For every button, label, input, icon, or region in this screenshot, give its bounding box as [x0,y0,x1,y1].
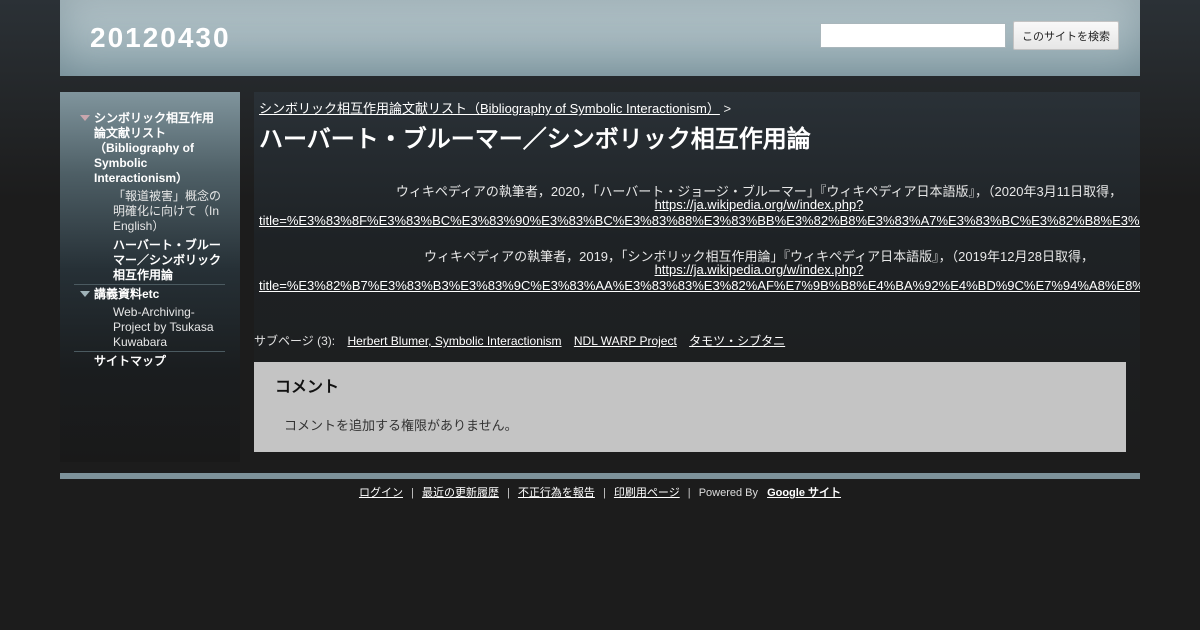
subpage-link[interactable]: Herbert Blumer, Symbolic Interactionism [347,334,561,348]
footer-login-link[interactable]: ログイン [359,487,403,499]
footer-powered-by: Powered By [698,487,758,499]
footer-separator: | [411,487,414,499]
sidebar-divider [74,351,225,352]
reference-url: https://ja.wikipedia.org/w/index.php? ti… [259,262,1140,294]
footer-separator: | [603,487,606,499]
footer-recent-changes-link[interactable]: 最近の更新履歴 [422,487,499,499]
footer-bar [60,473,1140,479]
footer-separator: | [687,487,691,499]
breadcrumb-link[interactable]: シンボリック相互作用論文献リスト（Bibliography of Symboli… [259,101,720,116]
site-title[interactable]: 20120430 [90,22,231,54]
sidebar-item-sitemap[interactable]: サイトマップ [94,354,224,369]
search-input[interactable] [820,23,1006,48]
expand-arrow-icon[interactable] [80,115,90,121]
sidebar-divider [74,284,225,285]
site-header: 20120430 このサイトを検索 [60,0,1140,76]
comments-message: コメントを追加する権限がありません。 [284,418,518,433]
subpages-label: サブページ (3): [254,334,336,348]
footer-print-page-link[interactable]: 印刷用ページ [614,487,680,499]
page-title: ハーバート・ブルーマー／シンボリック相互作用論 [259,126,811,153]
breadcrumb: シンボリック相互作用論文献リスト（Bibliography of Symboli… [259,98,731,117]
sidebar-nav: シンボリック相互作用論文献リスト（Bibliography of Symboli… [60,92,240,462]
breadcrumb-separator: > [723,101,732,116]
expand-arrow-icon[interactable] [80,291,90,297]
sidebar-item-media-harm[interactable]: 「報道被害」概念の明確化に向けて（In English） [113,189,225,234]
reference-url-line1[interactable]: https://ja.wikipedia.org/w/index.php? [655,262,864,277]
sidebar-item-blumer[interactable]: ハーバート・ブルーマー／シンボリック相互作用論 [113,238,225,283]
reference-url-line2[interactable]: title=%E3%83%8F%E3%83%BC%E3%83%90%E3%83%… [259,213,1140,229]
sidebar-item-web-archiving[interactable]: Web-Archiving-Project by Tsukasa Kuwabar… [113,305,225,350]
main-content: シンボリック相互作用論文献リスト（Bibliography of Symboli… [254,92,1140,462]
comments-title: コメント [275,379,340,396]
footer-report-abuse-link[interactable]: 不正行為を報告 [518,487,595,499]
sidebar-item-lectures[interactable]: 講義資料etc [94,287,224,302]
sidebar-item-bibliography[interactable]: シンボリック相互作用論文献リスト（Bibliography of Symboli… [94,111,224,186]
footer-separator: | [507,487,510,499]
reference-url-line2[interactable]: title=%E3%82%B7%E3%83%B3%E3%83%9C%E3%83%… [259,278,1140,294]
footer-google-sites-link[interactable]: Google サイト [767,487,841,499]
comments-section: コメント コメントを追加する権限がありません。 [254,362,1126,452]
footer: ログイン | 最近の更新履歴 | 不正行為を報告 | 印刷用ページ | Powe… [0,484,1200,500]
subpage-link[interactable]: NDL WARP Project [574,334,677,348]
subpage-link[interactable]: タモツ・シブタニ [689,334,785,348]
reference-url-line1[interactable]: https://ja.wikipedia.org/w/index.php? [655,197,864,212]
subpages-list: サブページ (3): Herbert Blumer, Symbolic Inte… [254,332,785,349]
search-button[interactable]: このサイトを検索 [1013,21,1119,50]
reference-url: https://ja.wikipedia.org/w/index.php? ti… [259,197,1140,229]
